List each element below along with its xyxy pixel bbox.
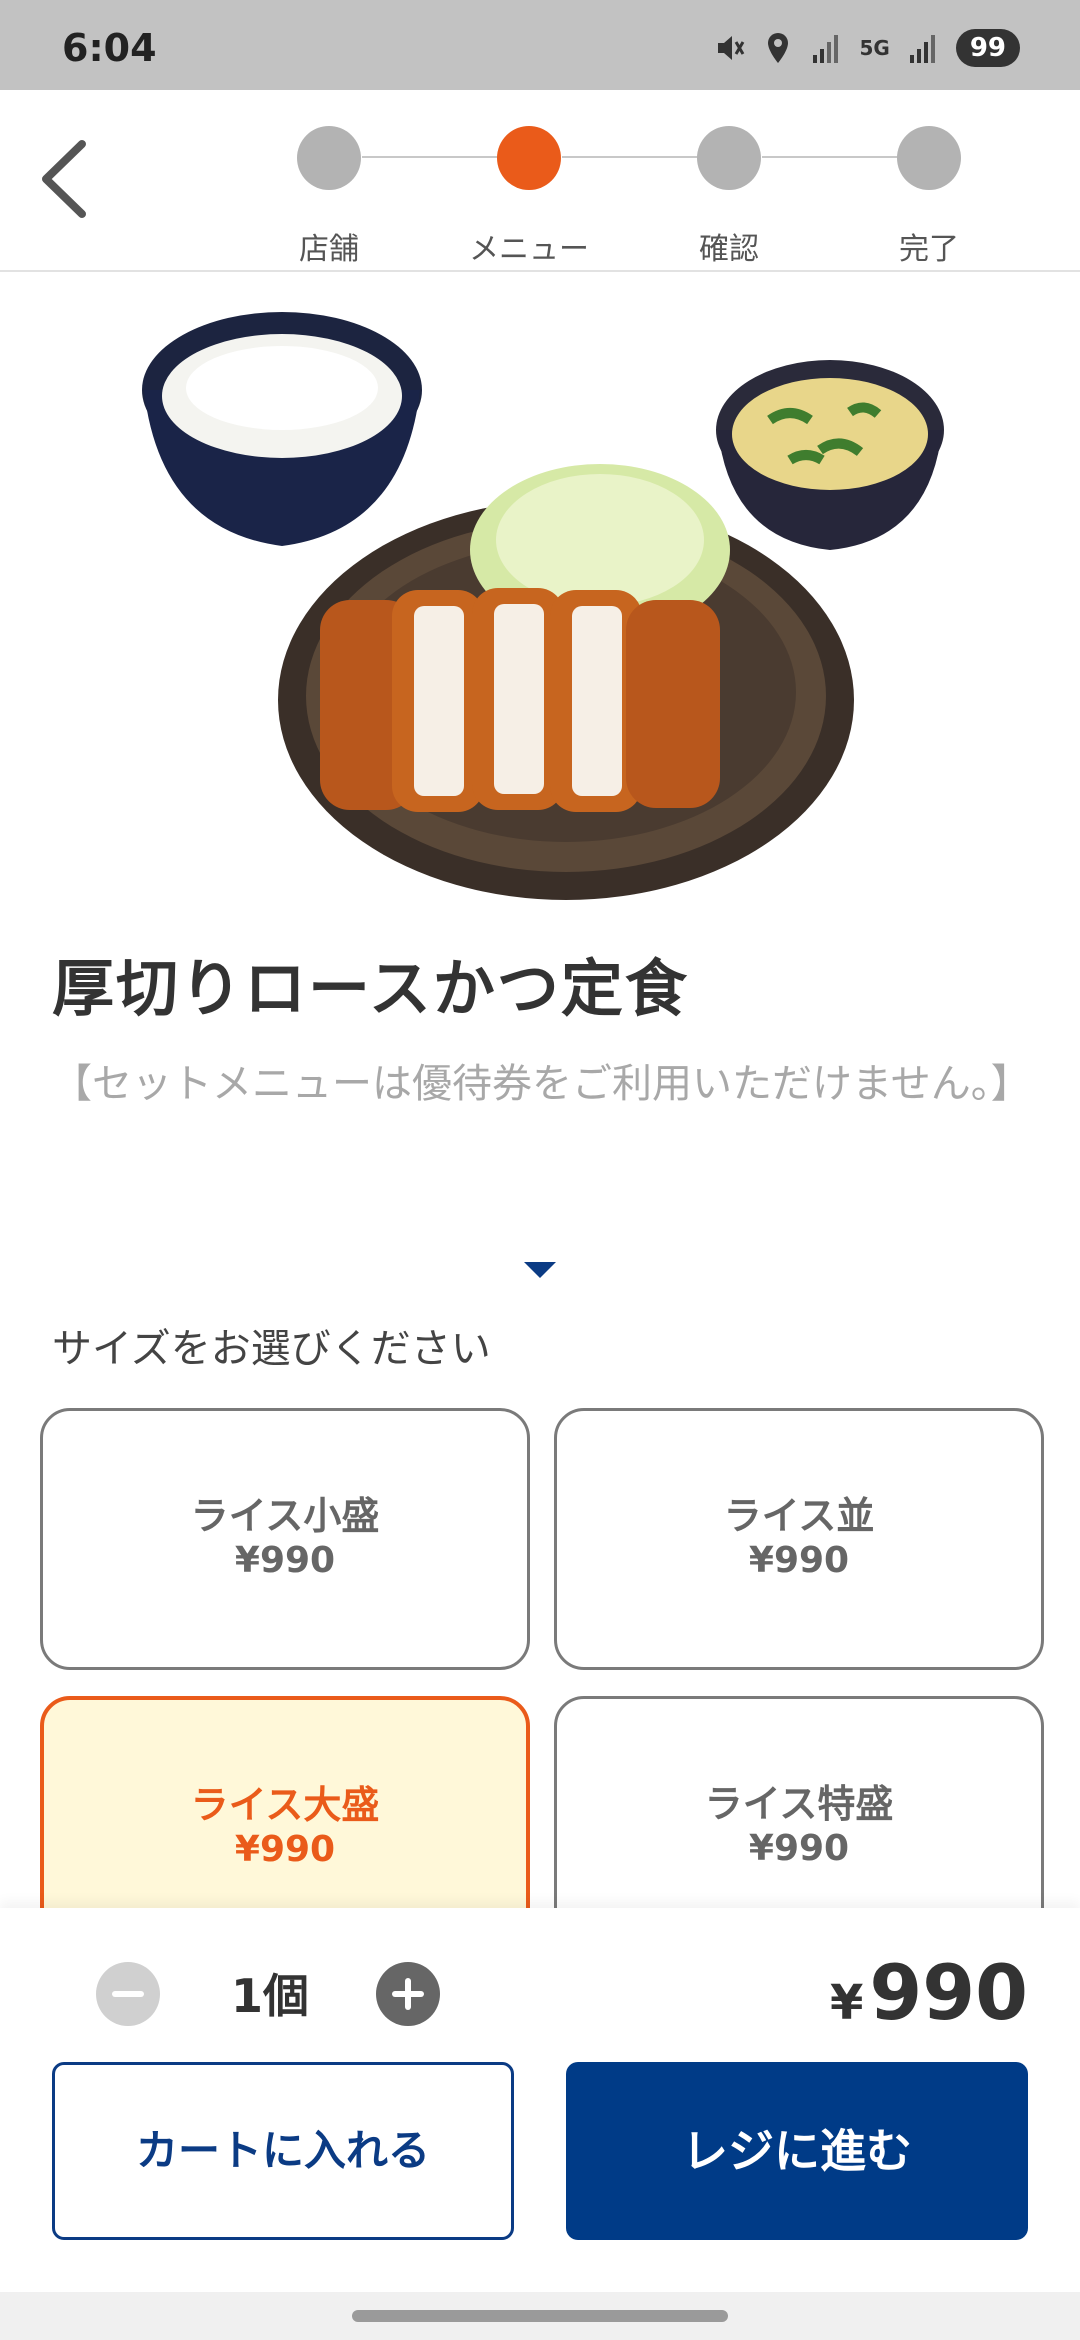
size-option-price: ¥990	[234, 1829, 336, 1870]
back-arrow-icon[interactable]	[34, 134, 94, 224]
step-dot-confirm	[697, 126, 761, 190]
size-option-small-rice[interactable]: ライス小盛 ¥990	[40, 1408, 530, 1670]
order-bar: 1個 ¥990 カートに入れる レジに進む	[0, 1908, 1080, 2340]
5g-icon: 5G	[859, 36, 890, 60]
product-image	[142, 312, 944, 900]
size-option-regular-rice[interactable]: ライス並 ¥990	[554, 1408, 1044, 1670]
checkout-button[interactable]: レジに進む	[566, 2062, 1028, 2240]
signal-icon	[909, 35, 935, 63]
add-to-cart-button[interactable]: カートに入れる	[52, 2062, 514, 2240]
size-option-name: ライス小盛	[190, 1494, 380, 1538]
caret-down-icon	[524, 1262, 556, 1278]
step-dot-menu	[497, 126, 561, 190]
status-time: 6:04	[62, 26, 157, 70]
home-indicator[interactable]	[352, 2310, 728, 2322]
order-header: 店舗 メニュー 確認 完了	[0, 90, 1080, 272]
signal-icon	[813, 35, 839, 63]
status-icons: 5G 99	[715, 28, 1020, 68]
size-option-price: ¥990	[748, 1828, 850, 1869]
step-label-store: 店舗	[299, 232, 359, 267]
step-label-confirm: 確認	[699, 232, 759, 267]
size-option-price: ¥990	[748, 1540, 850, 1581]
step-label-complete: 完了	[899, 232, 959, 267]
step-connector	[562, 156, 700, 158]
product-note: 【セットメニューは優待券をご利用いただけません。】	[52, 1061, 1031, 1107]
size-option-name: ライス大盛	[190, 1783, 380, 1827]
product-title: 厚切りロースかつ定食	[52, 952, 689, 1025]
step-dot-store	[297, 126, 361, 190]
step-label-menu: メニュー	[469, 232, 589, 267]
plus-icon-vertical	[405, 1978, 411, 2010]
minus-icon	[112, 1991, 144, 1997]
size-option-price: ¥990	[234, 1540, 336, 1581]
battery-indicator: 99	[955, 29, 1020, 67]
step-connector	[362, 156, 500, 158]
total-price: ¥990	[830, 1948, 1028, 2037]
quantity-decrease-button[interactable]	[96, 1962, 160, 2026]
currency-symbol: ¥	[829, 1975, 864, 2031]
size-option-name: ライス並	[723, 1494, 875, 1538]
mute-icon	[718, 36, 745, 60]
quantity-value: 1個	[230, 1969, 309, 2023]
status-bar: 6:04 5G 99	[0, 0, 1080, 90]
step-dot-complete	[897, 126, 961, 190]
total-amount: 990	[869, 1948, 1028, 2037]
size-section-heading: サイズをお選びください	[52, 1326, 491, 1372]
size-option-name: ライス特盛	[704, 1782, 894, 1826]
step-connector	[762, 156, 900, 158]
location-icon	[768, 33, 789, 63]
quantity-increase-button[interactable]	[376, 1962, 440, 2026]
